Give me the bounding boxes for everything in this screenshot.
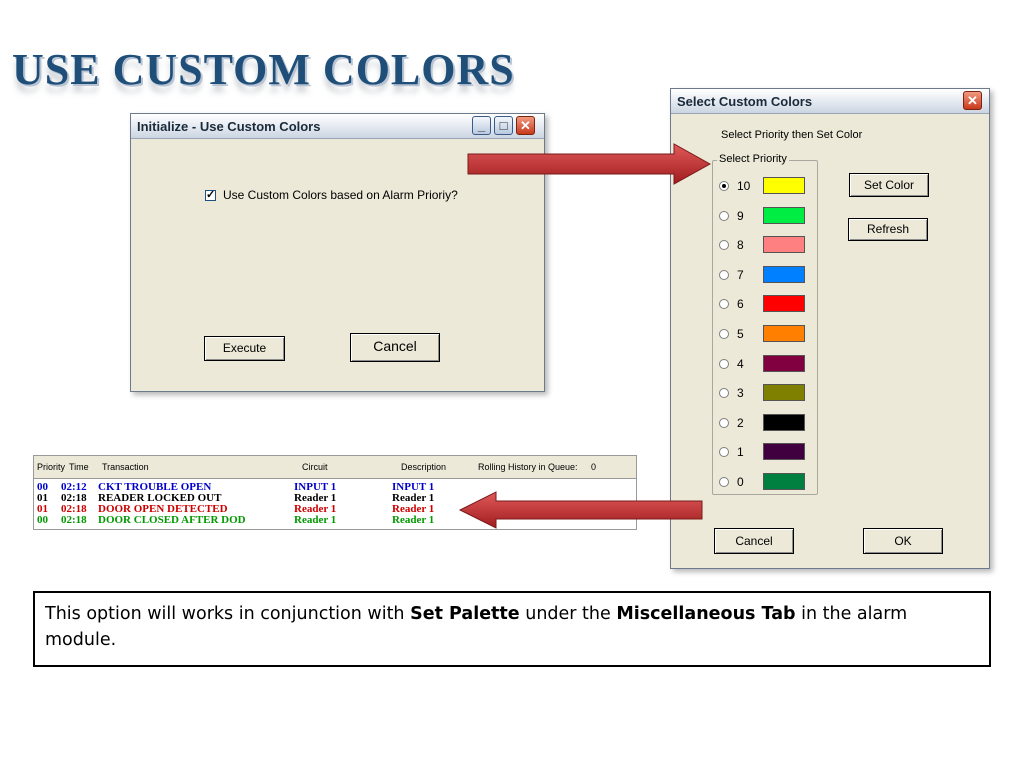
alarm-cell-time: 02:18 [61, 514, 87, 526]
select-priority-legend: Select Priority [717, 153, 789, 165]
use-custom-colors-checkbox[interactable]: ✓ [205, 189, 216, 201]
color-swatch-8[interactable] [763, 236, 805, 254]
note-set-palette: Set Palette [410, 604, 520, 624]
color-swatch-1[interactable] [763, 443, 805, 461]
color-swatch-3[interactable] [763, 384, 805, 402]
header-time: Time [69, 462, 89, 472]
priority-radio-2[interactable] [719, 417, 729, 428]
refresh-button-label: Refresh [866, 222, 910, 236]
select-custom-colors-window: Select Custom Colors ✕ Select Priority t… [670, 88, 990, 569]
color-swatch-9[interactable] [763, 206, 805, 224]
cancel-button[interactable]: Cancel [350, 333, 440, 362]
priority-label: 3 [737, 386, 744, 401]
priority-label: 1 [737, 445, 744, 460]
cancel-button-label: Cancel [373, 338, 417, 354]
checkmark-icon: ✓ [206, 189, 216, 201]
color-swatch-7[interactable] [763, 265, 805, 283]
header-rolling-history: Rolling History in Queue: [478, 462, 578, 472]
header-priority: Priority [37, 462, 66, 472]
priority-label: 0 [737, 475, 744, 489]
initialize-titlebar[interactable]: Initialize - Use Custom Colors _ □ ✕ [131, 114, 544, 139]
maximize-icon: □ [499, 118, 508, 133]
alarm-cell-priority: 00 [37, 514, 48, 526]
cancel-button[interactable]: Cancel [714, 528, 794, 554]
cancel-button-label: Cancel [735, 534, 773, 548]
set-color-button-label: Set Color [863, 178, 915, 192]
note-miscellaneous-tab: Miscellaneous Tab [616, 604, 796, 624]
color-swatch-0[interactable] [763, 473, 805, 490]
priority-label: 2 [737, 415, 744, 430]
priority-label: 6 [737, 297, 744, 312]
priority-label: 10 [737, 179, 751, 193]
instruction-text: Select Priority then Set Color [721, 129, 863, 141]
close-button[interactable]: ✕ [516, 116, 535, 135]
priority-radio-10[interactable] [719, 181, 729, 191]
close-button[interactable]: ✕ [963, 91, 982, 110]
maximize-button[interactable]: □ [494, 116, 513, 135]
note-text: This option will works in conjunction wi… [45, 604, 411, 624]
close-icon: ✕ [967, 93, 978, 108]
note-box: This option will works in conjunction wi… [33, 591, 991, 667]
color-swatch-4[interactable] [763, 354, 805, 372]
minimize-button[interactable]: _ [472, 116, 491, 135]
color-swatch-6[interactable] [763, 295, 805, 313]
priority-radio-4[interactable] [719, 358, 729, 369]
priority-label: 8 [737, 238, 744, 253]
ok-button[interactable]: OK [863, 528, 943, 554]
arrow-right-icon [467, 143, 712, 185]
execute-button-label: Execute [222, 341, 267, 355]
priority-radio-0[interactable] [719, 477, 729, 487]
minimize-icon: _ [477, 118, 486, 133]
alarm-list-header: Priority Time Transaction Circuit Descri… [34, 456, 636, 479]
select-colors-window-title: Select Custom Colors [677, 94, 813, 109]
priority-label: 9 [737, 208, 744, 223]
slide-title: USE CUSTOM COLORS [12, 45, 515, 94]
alarm-cell-transaction: DOOR CLOSED AFTER DOD [98, 514, 246, 526]
select-colors-titlebar[interactable]: Select Custom Colors ✕ [671, 89, 989, 114]
header-rolling-count: 0 [591, 462, 597, 472]
initialize-window-title: Initialize - Use Custom Colors [137, 119, 321, 134]
refresh-button[interactable]: Refresh [848, 218, 928, 241]
arrow-left-icon [458, 491, 703, 529]
color-swatch-2[interactable] [763, 413, 805, 431]
alarm-cell-circuit: Reader 1 [294, 514, 337, 526]
color-swatch-5[interactable] [763, 325, 805, 342]
header-transaction: Transaction [102, 462, 149, 472]
header-circuit: Circuit [302, 462, 328, 472]
alarm-cell-description: Reader 1 [392, 514, 435, 526]
header-description: Description [401, 462, 447, 472]
priority-radio-9[interactable] [719, 210, 729, 221]
execute-button[interactable]: Execute [204, 336, 285, 361]
close-icon: ✕ [520, 118, 531, 133]
priority-label: 4 [737, 356, 744, 371]
ok-button-label: OK [894, 534, 912, 548]
priority-radio-5[interactable] [719, 329, 729, 339]
priority-label: 5 [737, 327, 744, 341]
set-color-button[interactable]: Set Color [849, 173, 929, 197]
color-swatch-10[interactable] [763, 177, 805, 194]
note-text: under the [519, 604, 617, 624]
priority-radio-7[interactable] [719, 269, 729, 280]
use-custom-colors-label: Use Custom Colors based on Alarm Prioriy… [223, 188, 458, 202]
priority-label: 7 [737, 267, 744, 282]
